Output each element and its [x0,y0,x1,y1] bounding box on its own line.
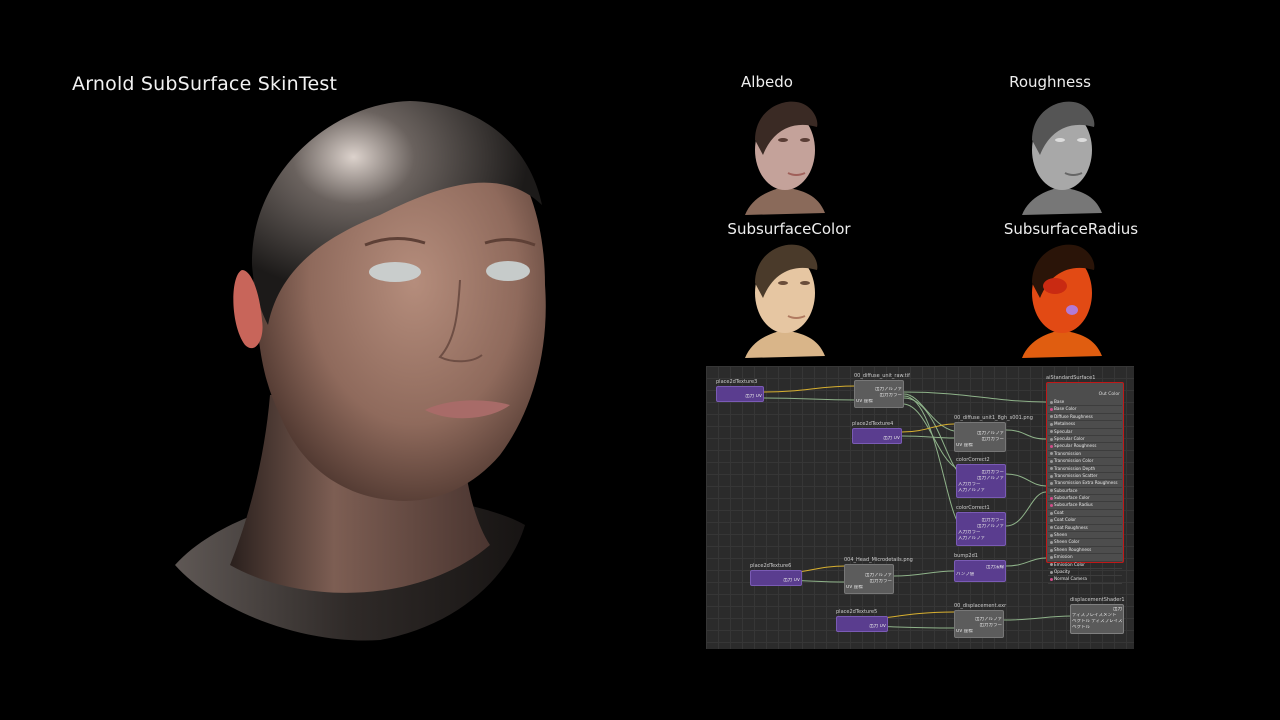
shader-attr-sheen[interactable]: Sheen [1048,532,1122,540]
shader-attr-transmission-color[interactable]: Transmission Color [1048,458,1122,466]
shader-attr-opacity[interactable]: Opacity [1048,569,1122,577]
head-render [175,101,546,641]
shader-attr-sheen-color[interactable]: Sheen Color [1048,539,1122,547]
shader-attr-sheen-roughness[interactable]: Sheen Roughness [1048,547,1122,555]
node-file-diffuse-8gh[interactable]: 00_diffuse_unit1_8gh_s001.png 出力アルファ 出力カ… [954,415,1033,452]
node-colorcorrect1[interactable]: colorCorrect1 出力カラー 出力アルファ 入力カラー 入力アルファ [956,505,1006,546]
map-label-subsurface-color: SubsurfaceColor [727,220,851,238]
map-label-albedo: Albedo [741,73,793,91]
shader-header: Out Color [1098,392,1120,397]
shader-attr-diffuse-roughness[interactable]: Diffuse Roughness [1048,414,1122,422]
shader-attr-emission-color[interactable]: Emission Color [1048,562,1122,569]
node-place2dtexture6[interactable]: place2dTexture6 出力 UV [750,563,802,586]
shader-attr-transmission-scatter[interactable]: Transmission Scatter [1048,473,1122,481]
node-file-diffuse-raw[interactable]: 00_diffuse_unit_raw.tif 出力アルファ 出力カラー UV … [854,373,910,408]
node-aistandardsurface1[interactable]: aiStandardSurface1 Out Color Base Base Co… [1046,375,1124,584]
shader-attr-coat-roughness[interactable]: Coat Roughness [1048,525,1122,533]
shader-attr-subsurface-radius[interactable]: Subsurface Radius [1048,502,1122,510]
shader-attr-subsurface[interactable]: Subsurface [1048,488,1122,496]
subsurface-radius-thumbnail [1022,244,1102,358]
shader-attr-specular-roughness[interactable]: Specular Roughness [1048,443,1122,451]
node-file-displacement[interactable]: 00_displacement.exr 出力アルファ 出力カラー UV 座標 [954,603,1006,638]
shader-attr-specular[interactable]: Specular [1048,429,1122,436]
shader-attr-transmission[interactable]: Transmission [1048,451,1122,459]
albedo-thumbnail [745,101,825,215]
roughness-thumbnail [1022,101,1102,215]
shader-attr-emission[interactable]: Emission [1048,554,1122,562]
node-file-head-microdetails[interactable]: 004_Head_Microdetails.png 出力アルファ 出力カラー U… [844,557,913,594]
map-label-roughness: Roughness [1009,73,1091,91]
shader-attr-coat[interactable]: Coat [1048,510,1122,518]
node-place2dtexture4[interactable]: place2dTexture4 出力 UV [852,421,902,444]
node-displacementshader1[interactable]: displacementShader1 出力 ディスプレイスメント ベクトル デ… [1070,597,1125,634]
shader-attr-base-color[interactable]: Base Color [1048,406,1122,414]
node-place2dtexture5[interactable]: place2dTexture5 出力 UV [836,609,888,632]
shader-attr-subsurface-color[interactable]: Subsurface Color [1048,495,1122,503]
shader-attr-normal-camera[interactable]: Normal Camera [1048,576,1122,584]
subsurface-color-thumbnail [745,244,825,358]
shader-attr-transmission-extra-roughness[interactable]: Transmission Extra Roughness [1048,480,1122,488]
shader-attr-specular-color[interactable]: Specular Color [1048,436,1122,444]
node-colorcorrect2[interactable]: colorCorrect2 出力カラー 出力アルファ 入力カラー 入力アルファ [956,457,1006,498]
shader-attr-metalness[interactable]: Metalness [1048,421,1122,429]
page-title: Arnold SubSurface SkinTest [72,73,338,95]
node-bump2d1[interactable]: bump2d1 出力法線 バンプ値 [954,553,1006,582]
shader-attribute-list: Base Base Color Diffuse Roughness Metalness… [1048,399,1122,584]
map-label-subsurface-radius: SubsurfaceRadius [1003,220,1139,238]
hypershade-node-editor[interactable]: place2dTexture3 出力 UV 00_diffuse_unit_ra… [706,366,1134,649]
shader-attr-coat-color[interactable]: Coat Color [1048,517,1122,525]
node-place2dtexture3[interactable]: place2dTexture3 出力 UV [716,379,764,402]
shader-attr-base[interactable]: Base [1048,399,1122,407]
shader-attr-transmission-depth[interactable]: Transmission Depth [1048,466,1122,473]
